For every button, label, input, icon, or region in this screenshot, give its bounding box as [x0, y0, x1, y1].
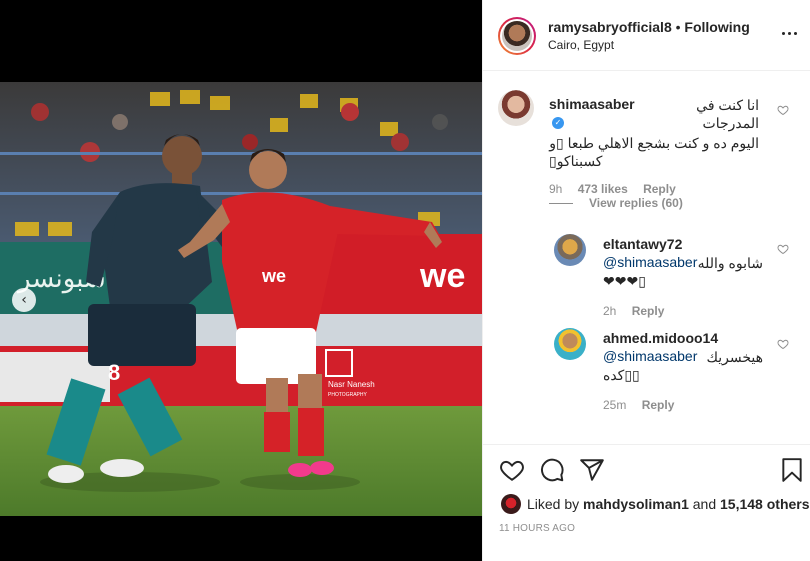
chevron-left-icon[interactable]: ‹	[12, 288, 36, 312]
likes-others-count[interactable]: 15,148 others	[720, 496, 810, 512]
reply-mention[interactable]: @shimaasaber	[603, 254, 697, 272]
reply-avatar[interactable]	[554, 328, 586, 360]
reply: eltantawy72 @shimaasaber شابوه والله ▯❤❤…	[603, 236, 763, 318]
reply-text-line1: هيخسريك	[706, 349, 763, 365]
reply-username[interactable]: ahmed.midooo14	[603, 330, 763, 346]
comment-text-line3: كسبناكو▯	[549, 153, 603, 169]
left-player-number: 8	[108, 360, 120, 385]
reply-time[interactable]: 25m	[603, 398, 626, 412]
likes-summary: Liked by mahdysoliman1 and 15,148 others	[501, 494, 810, 514]
bookmark-icon[interactable]	[779, 457, 805, 483]
reply-avatar[interactable]	[554, 234, 586, 266]
post-photo[interactable]: سبونسر we 8 we 9 Nasr Nanesh PHOTOGRAPHY	[0, 82, 482, 516]
more-icon[interactable]	[782, 25, 798, 41]
right-player-number: 9	[286, 317, 292, 329]
liked-and: and	[692, 496, 717, 512]
liked-by-prefix: Liked by	[527, 496, 580, 512]
post-actions: Liked by mahdysoliman1 and 15,148 others…	[483, 444, 810, 561]
comment-text-line2: اليوم ده و كنت بشجع الاهلي طبعا ▯و	[549, 135, 759, 151]
author-username[interactable]: ramysabryofficial8	[548, 19, 672, 35]
reply-heart-icon[interactable]	[777, 338, 789, 350]
comment-username[interactable]: shimaasaber	[549, 96, 635, 112]
post-sidebar: ramysabryofficial8 • Following Cairo, Eg…	[482, 0, 810, 561]
jersey-sponsor: we	[261, 266, 286, 286]
comments-section: shimaasaber ✓ انا كنت في المدرجات اليوم د…	[483, 72, 810, 444]
board-text-right: we	[419, 257, 465, 295]
share-icon[interactable]	[579, 457, 605, 483]
reply-username[interactable]: eltantawy72	[603, 236, 763, 252]
comment: shimaasaber ✓ انا كنت في المدرجات اليوم د…	[549, 96, 759, 196]
comment-heart-icon[interactable]	[777, 104, 789, 116]
following-button[interactable]: Following	[684, 19, 749, 35]
view-replies-label: View replies (60)	[589, 196, 683, 210]
post-timestamp[interactable]: 11 HOURS AGO	[499, 523, 575, 534]
view-replies-button[interactable]: View replies (60)	[549, 196, 683, 210]
commenter-avatar[interactable]	[498, 90, 534, 126]
reply: ahmed.midooo14 @shimaasaber هيخسريك ▯▯كد…	[603, 330, 763, 412]
instagram-post-viewer: سبونسر we 8 we 9 Nasr Nanesh PHOTOGRAPHY…	[0, 0, 810, 561]
verified-badge-icon: ✓	[552, 116, 564, 129]
author-avatar[interactable]	[498, 17, 536, 55]
reply-heart-icon[interactable]	[777, 243, 789, 255]
reply-reply-button[interactable]: Reply	[632, 304, 665, 318]
comment-time[interactable]: 9h	[549, 182, 562, 196]
comment-reply-button[interactable]: Reply	[643, 182, 676, 196]
reply-time[interactable]: 2h	[603, 304, 616, 318]
comment-likes[interactable]: 473 likes	[578, 182, 628, 196]
watermark-line1: Nasr Nanesh	[328, 380, 375, 389]
liker-avatar[interactable]	[501, 494, 521, 514]
post-media: سبونسر we 8 we 9 Nasr Nanesh PHOTOGRAPHY…	[0, 0, 482, 561]
reply-reply-button[interactable]: Reply	[642, 398, 675, 412]
reply-mention[interactable]: @shimaasaber	[603, 348, 697, 366]
comment-icon[interactable]	[539, 457, 565, 483]
header-user-line: ramysabryofficial8 • Following	[548, 19, 750, 35]
post-header: ramysabryofficial8 • Following Cairo, Eg…	[483, 0, 810, 71]
reply-text-line1: شابوه والله	[697, 255, 763, 271]
reply-text-line2: ▯❤❤❤	[603, 273, 646, 289]
heart-icon[interactable]	[499, 457, 525, 483]
header-separator: •	[675, 19, 681, 35]
reply-text-line2: ▯▯كده	[603, 367, 640, 383]
comment-text-line1: انا كنت في المدرجات	[696, 97, 759, 131]
watermark-line2: PHOTOGRAPHY	[328, 392, 367, 398]
liker-username[interactable]: mahdysoliman1	[583, 496, 689, 512]
post-location[interactable]: Cairo, Egypt	[548, 38, 614, 52]
